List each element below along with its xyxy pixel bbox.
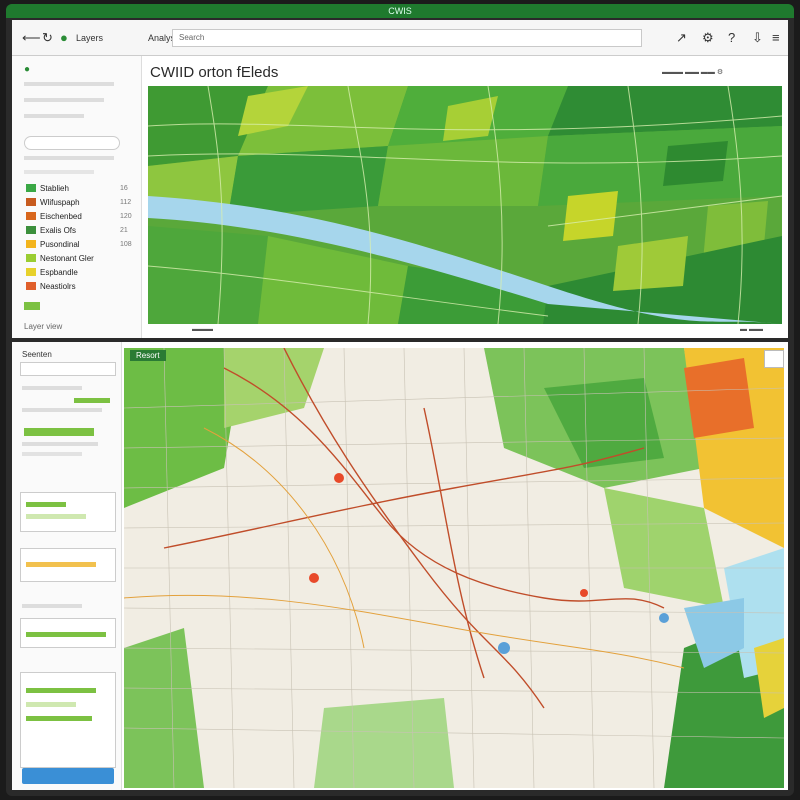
legend-sidebar: ● Stablieh 16 Wlifuspaph 112 Eischenbed 120…	[12, 56, 142, 338]
legend-item[interactable]: Espbandle	[26, 268, 78, 278]
legend-item[interactable]: Nestonant Gler	[26, 254, 94, 264]
city-map[interactable]	[124, 348, 784, 788]
legend-item[interactable]: Exalis Ofs 21	[26, 226, 128, 236]
map-links[interactable]: ▬▬▬ ▬▬ ▬▬ ⚙	[662, 68, 723, 76]
legend-footer: Layer view	[24, 322, 63, 331]
legend-item[interactable]: Eischenbed 120	[26, 212, 132, 222]
field-map[interactable]	[148, 86, 782, 324]
download-icon[interactable]: ⇩	[752, 31, 763, 45]
back-icon[interactable]: ⟵	[22, 31, 41, 45]
sidebar-title: Seenten	[22, 350, 52, 359]
map-attribution: ▬▬▬	[192, 326, 213, 333]
layers-toggle-icon[interactable]	[764, 350, 784, 368]
zoom-control[interactable]: ▬ ▬▬	[740, 326, 763, 333]
apply-button[interactable]	[22, 768, 114, 784]
refresh-icon[interactable]: ↻	[42, 31, 53, 45]
legend-item[interactable]: Pusondinal 108	[26, 240, 132, 250]
legend-item[interactable]: Stablieh 16	[26, 184, 128, 194]
share-icon[interactable]: ↗	[676, 31, 687, 45]
menu-icon[interactable]: ≡	[772, 31, 780, 45]
help-icon[interactable]: ?	[728, 31, 735, 45]
legend-search-input[interactable]	[24, 136, 120, 150]
filter-input[interactable]	[20, 362, 116, 376]
legend-item[interactable]: Wlifuspaph 112	[26, 198, 131, 208]
sidebar-logo-icon: ●	[24, 64, 31, 75]
search-input[interactable]: Search	[172, 29, 642, 47]
map-title: CWIID orton fEleds	[150, 64, 279, 81]
logo-icon: ●	[60, 30, 68, 45]
app-window: CWIS ⟵ ↻ ● Layers Analysis Search ↗ ⚙ ? …	[6, 4, 794, 796]
toolbar: ⟵ ↻ ● Layers Analysis Search ↗ ⚙ ? ⇩ ≡	[12, 20, 788, 56]
city-map-panel: Seenten Resort	[12, 342, 788, 790]
settings-icon[interactable]: ⚙	[702, 31, 714, 45]
map-tab[interactable]: Resort	[130, 350, 166, 361]
legend-item[interactable]: Neastiolrs	[26, 282, 76, 292]
field-map-panel: ● Stablieh 16 Wlifuspaph 112 Eischenbed 120…	[12, 56, 788, 338]
window-title: CWIS	[6, 4, 794, 18]
tab-layers[interactable]: Layers	[76, 31, 103, 45]
analysis-sidebar: Seenten	[12, 342, 122, 790]
stats-card	[20, 492, 116, 532]
